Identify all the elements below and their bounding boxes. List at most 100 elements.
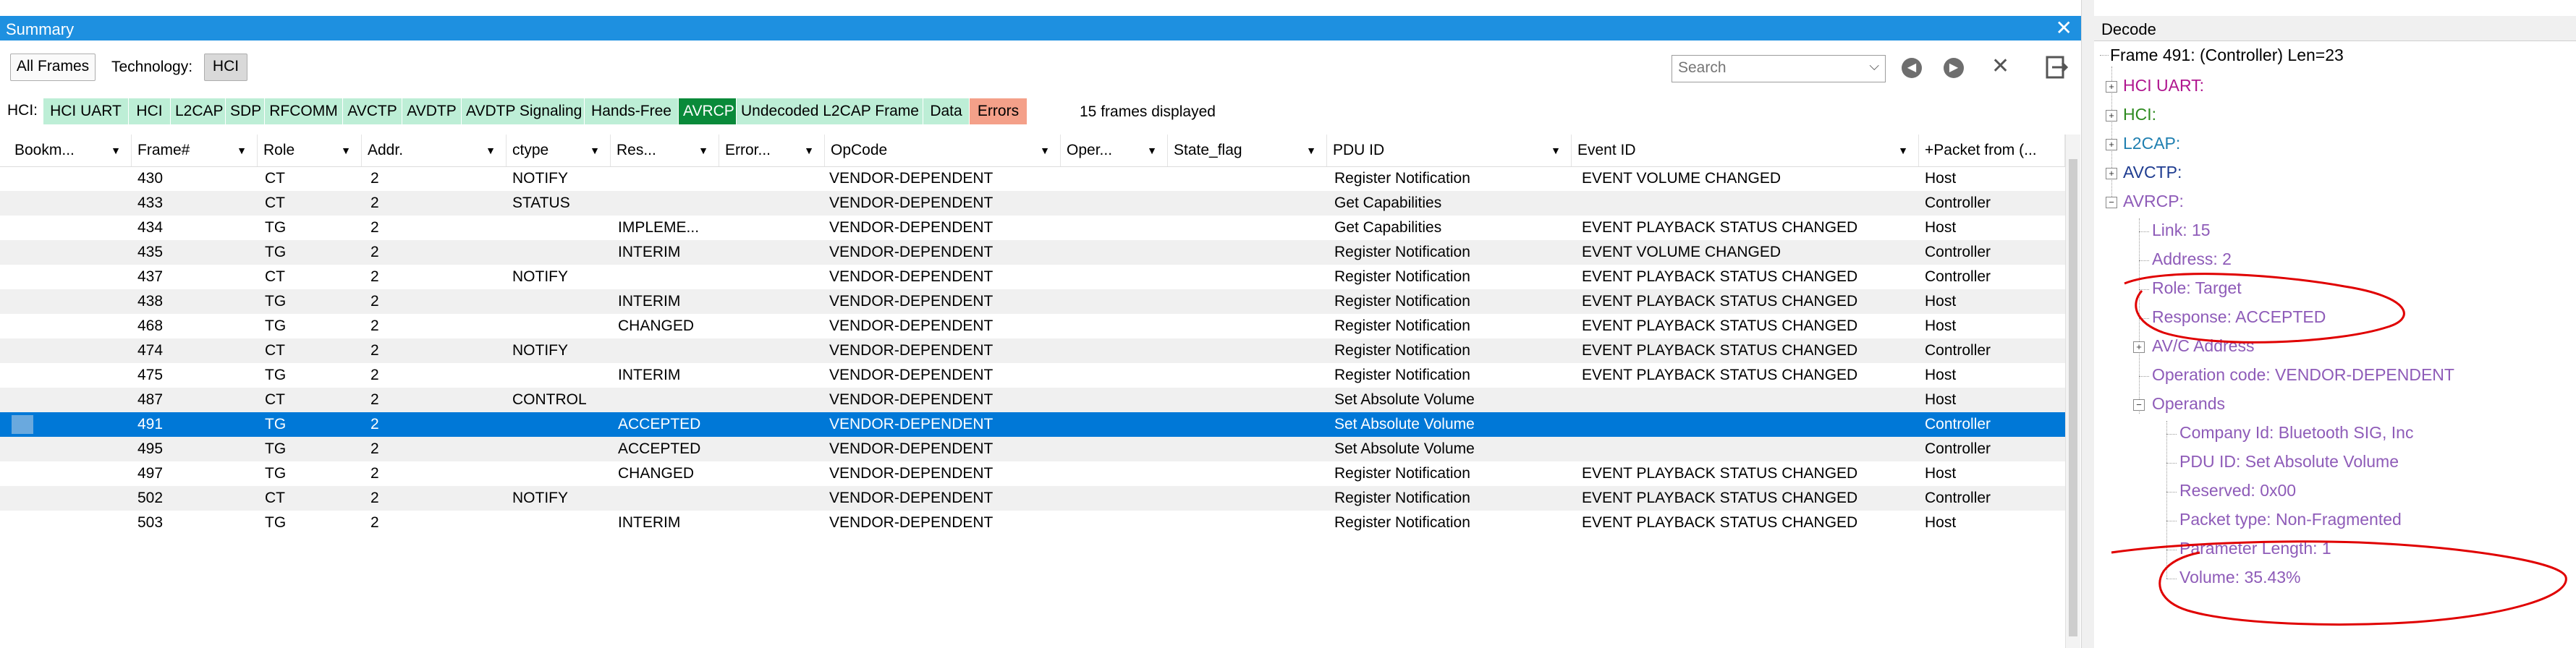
filter-undecoded-l2cap-frame[interactable]: Undecoded L2CAP Frame <box>737 98 923 124</box>
filter-avdtp[interactable]: AVDTP <box>402 98 462 124</box>
technology-selector[interactable]: HCI <box>204 54 247 81</box>
column-header-error[interactable]: Error... ▼ <box>719 135 825 166</box>
table-row-selected[interactable]: 491 TG 2 ACCEPTED VENDOR-DEPENDENT Set Absolu… <box>0 412 2067 437</box>
filter-avrcp[interactable]: AVRCP <box>679 98 737 124</box>
sort-dropdown-icon[interactable]: ▼ <box>1898 135 1908 166</box>
scrollbar-thumb[interactable] <box>2069 159 2077 636</box>
table-row[interactable]: 434 TG 2 IMPLEME... VENDOR-DEPENDENT Get Capa… <box>0 216 2067 240</box>
tree-company-id[interactable]: Company Id: Bluetooth SIG, Inc <box>2179 422 2413 443</box>
tree-l2cap[interactable]: L2CAP: <box>2123 133 2180 153</box>
filter-sdp[interactable]: SDP <box>226 98 265 124</box>
table-row[interactable]: 475 TG 2 INTERIM VENDOR-DEPENDENT Register No… <box>0 363 2067 388</box>
cell-opcode: VENDOR-DEPENDENT <box>829 268 993 285</box>
column-header-oper[interactable]: Oper... ▼ <box>1061 135 1168 166</box>
sort-dropdown-icon[interactable]: ▼ <box>111 135 121 166</box>
tree-volume[interactable]: Volume: 35.43% <box>2179 567 2301 587</box>
tree-packet-type[interactable]: Packet type: Non-Fragmented <box>2179 509 2402 529</box>
tree-frame-line[interactable]: Frame 491: (Controller) Len=23 <box>2110 45 2344 65</box>
table-row[interactable]: 474 CT 2 NOTIFY VENDOR-DEPENDENT Register Not… <box>0 338 2067 363</box>
table-row[interactable]: 468 TG 2 CHANGED VENDOR-DEPENDENT Register No… <box>0 314 2067 338</box>
expand-icon[interactable]: + <box>2106 81 2117 93</box>
tree-hci[interactable]: HCI: <box>2123 104 2156 124</box>
tree-link[interactable]: Link: 15 <box>2152 220 2211 240</box>
filter-hci-uart[interactable]: HCI UART <box>43 98 129 124</box>
sort-dropdown-icon[interactable]: ▼ <box>590 135 600 166</box>
previous-icon[interactable]: ◀ <box>1902 58 1922 78</box>
export-icon[interactable] <box>2045 55 2068 80</box>
search-input[interactable] <box>1672 56 1859 80</box>
tree-hci-uart[interactable]: HCI UART: <box>2123 75 2204 95</box>
filter-errors[interactable]: Errors <box>970 98 1028 124</box>
tree-operation-code[interactable]: Operation code: VENDOR-DEPENDENT <box>2152 364 2454 385</box>
column-header-bookm[interactable]: Bookm... ▼ <box>9 135 132 166</box>
table-row[interactable]: 503 TG 2 INTERIM VENDOR-DEPENDENT Register No… <box>0 511 2067 535</box>
table-row[interactable]: 502 CT 2 NOTIFY VENDOR-DEPENDENT Register Not… <box>0 486 2067 511</box>
pane-splitter[interactable] <box>2081 0 2096 648</box>
tree-address[interactable]: Address: 2 <box>2152 249 2232 269</box>
expand-icon[interactable]: + <box>2133 341 2145 353</box>
table-row[interactable]: 433 CT 2 STATUS VENDOR-DEPENDENT Get Capabili… <box>0 191 2067 216</box>
all-frames-button[interactable]: All Frames <box>10 54 96 81</box>
table-row[interactable]: 495 TG 2 ACCEPTED VENDOR-DEPENDENT Set Absolu… <box>0 437 2067 461</box>
sort-dropdown-icon[interactable]: ▼ <box>1147 135 1157 166</box>
column-header-addr[interactable]: Addr. ▼ <box>362 135 507 166</box>
filter-data[interactable]: Data <box>923 98 970 124</box>
next-icon[interactable]: ▶ <box>1944 58 1964 78</box>
sort-dropdown-icon[interactable]: ▼ <box>237 135 247 166</box>
tree-avrcp[interactable]: AVRCP: <box>2123 191 2184 211</box>
cell-opcode: VENDOR-DEPENDENT <box>829 170 993 187</box>
sort-dropdown-icon[interactable]: ▼ <box>486 135 496 166</box>
column-header-res[interactable]: Res... ▼ <box>611 135 719 166</box>
sort-dropdown-icon[interactable]: ▼ <box>1306 135 1316 166</box>
tree-avc-address[interactable]: AV/C Address <box>2152 336 2254 356</box>
column-header-state-flag[interactable]: State_flag ▼ <box>1168 135 1327 166</box>
table-row[interactable]: 497 TG 2 CHANGED VENDOR-DEPENDENT Register No… <box>0 461 2067 486</box>
filter-l2cap[interactable]: L2CAP <box>171 98 226 124</box>
tree-operands[interactable]: Operands <box>2152 393 2225 414</box>
sort-dropdown-icon[interactable]: ▼ <box>1551 135 1561 166</box>
column-header-pdu-id[interactable]: PDU ID ▼ <box>1327 135 1572 166</box>
cell-pdu: Register Notification <box>1334 293 1470 310</box>
table-row[interactable]: 430 CT 2 NOTIFY VENDOR-DEPENDENT Register Not… <box>0 166 2067 191</box>
chevron-down-icon[interactable]: ⌵ <box>1869 59 1879 74</box>
table-row[interactable]: 435 TG 2 INTERIM VENDOR-DEPENDENT Register No… <box>0 240 2067 265</box>
collapse-icon[interactable]: − <box>2133 399 2145 411</box>
close-icon[interactable]: ✕ <box>2056 17 2072 39</box>
filter-avctp[interactable]: AVCTP <box>343 98 402 124</box>
column-header-event-id[interactable]: Event ID ▼ <box>1572 135 1919 166</box>
filter-rfcomm[interactable]: RFCOMM <box>265 98 343 124</box>
tree-role[interactable]: Role: Target <box>2152 278 2242 298</box>
column-header-ctype[interactable]: ctype ▼ <box>507 135 611 166</box>
collapse-icon[interactable]: − <box>2106 197 2117 208</box>
expand-icon[interactable]: + <box>2106 110 2117 122</box>
table-row[interactable]: 487 CT 2 CONTROL VENDOR-DEPENDENT Set Absolut… <box>0 388 2067 412</box>
clear-search-icon[interactable]: ✕ <box>1991 55 2009 78</box>
vertical-scrollbar[interactable] <box>2065 135 2080 648</box>
expand-icon[interactable]: + <box>2106 168 2117 179</box>
column-header-opcode[interactable]: OpCode ▼ <box>825 135 1061 166</box>
tree-guide-line <box>2139 260 2149 261</box>
table-row[interactable]: 438 TG 2 INTERIM VENDOR-DEPENDENT Register No… <box>0 289 2067 314</box>
tree-reserved[interactable]: Reserved: 0x00 <box>2179 480 2296 500</box>
sort-dropdown-icon[interactable]: ▼ <box>1040 135 1050 166</box>
cell-res: INTERIM <box>618 514 681 531</box>
table-row[interactable]: 437 CT 2 NOTIFY VENDOR-DEPENDENT Register Not… <box>0 265 2067 289</box>
sort-dropdown-icon[interactable]: ▼ <box>341 135 351 166</box>
tree-avctp[interactable]: AVCTP: <box>2123 162 2182 182</box>
filter-hands-free[interactable]: Hands-Free <box>585 98 679 124</box>
cell-pdu: Register Notification <box>1334 490 1470 506</box>
column-header-frame[interactable]: Frame# ▼ <box>132 135 258 166</box>
filter-avdtp-signaling[interactable]: AVDTP Signaling <box>462 98 585 124</box>
filter-hci[interactable]: HCI <box>129 98 171 124</box>
bookmark-indicator[interactable] <box>12 415 33 434</box>
search-box[interactable]: ⌵ <box>1672 55 1886 82</box>
sort-dropdown-icon[interactable]: ▼ <box>804 135 814 166</box>
sort-dropdown-icon[interactable]: ▼ <box>698 135 708 166</box>
expand-icon[interactable]: + <box>2106 139 2117 150</box>
column-header-label: State_flag <box>1174 142 1242 158</box>
tree-parameter-length[interactable]: Parameter Length: 1 <box>2179 538 2331 558</box>
tree-response[interactable]: Response: ACCEPTED <box>2152 307 2326 327</box>
column-header-role[interactable]: Role ▼ <box>258 135 362 166</box>
tree-pdu-id[interactable]: PDU ID: Set Absolute Volume <box>2179 451 2399 472</box>
column-header--packet-from[interactable]: +Packet from (... <box>1919 135 2065 166</box>
